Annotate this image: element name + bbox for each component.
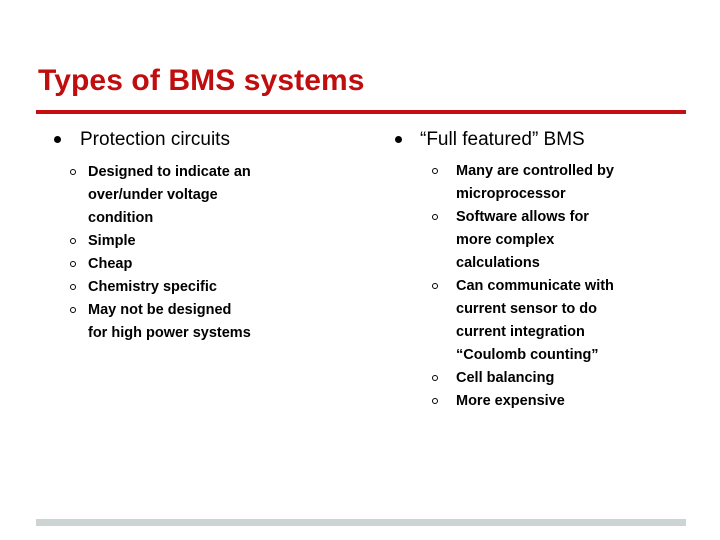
bullet-heading-protection-circuits: Protection circuits xyxy=(46,128,376,152)
list-item: Many are controlled by microprocessor xyxy=(432,160,698,206)
list-item: Chemistry specific xyxy=(70,276,376,299)
hollow-circle-bullet-icon xyxy=(70,261,76,267)
list-item-line: More expensive xyxy=(456,393,565,409)
title-underline-rule xyxy=(36,110,686,114)
bullet-heading-label: Protection circuits xyxy=(80,129,230,150)
filled-disc-bullet-icon xyxy=(395,136,402,143)
list-item: Software allows for more complex calcula… xyxy=(432,206,698,275)
hollow-circle-bullet-icon xyxy=(70,238,76,244)
bullet-heading-full-featured-bms: “Full featured” BMS xyxy=(388,128,698,152)
slide-body: Protection circuits Designed to indicate… xyxy=(0,128,720,458)
list-item-line: “Coulomb counting” xyxy=(456,347,599,363)
bullet-heading-label: “Full featured” BMS xyxy=(420,129,585,150)
list-item-line: Chemistry specific xyxy=(88,279,217,295)
list-item: More expensive xyxy=(432,390,698,413)
slide-canvas: Types of BMS systems Protection circuits… xyxy=(0,0,720,540)
list-item-line: current integration xyxy=(456,324,585,340)
list-item-line: Many are controlled by xyxy=(456,163,614,179)
list-item-line: current sensor to do xyxy=(456,301,597,317)
content-column-right: “Full featured” BMS Many are controlled … xyxy=(388,128,698,413)
filled-disc-bullet-icon xyxy=(54,136,61,143)
list-item-line: Software allows for xyxy=(456,209,589,225)
list-item: Cheap xyxy=(70,253,376,276)
hollow-circle-bullet-icon xyxy=(70,284,76,290)
list-item: May not be designed for high power syste… xyxy=(70,299,376,345)
list-item-line: Designed to indicate an xyxy=(88,164,251,180)
list-item-line: Simple xyxy=(88,233,136,249)
sub-bullet-list-right: Many are controlled by microprocessor So… xyxy=(388,160,698,413)
list-item-line: May not be designed xyxy=(88,302,232,318)
list-item-line: microprocessor xyxy=(456,186,566,202)
list-item-line: condition xyxy=(88,210,154,226)
hollow-circle-bullet-icon xyxy=(70,307,76,313)
sub-bullet-list-left: Designed to indicate an over/under volta… xyxy=(46,161,376,345)
list-item: Can communicate with current sensor to d… xyxy=(432,275,698,367)
list-item-line: Can communicate with xyxy=(456,278,614,294)
list-item-line: over/under voltage xyxy=(88,187,218,203)
hollow-circle-bullet-icon xyxy=(432,283,438,289)
content-column-left: Protection circuits Designed to indicate… xyxy=(46,128,376,345)
hollow-circle-bullet-icon xyxy=(70,169,76,175)
page-title: Types of BMS systems xyxy=(38,64,365,97)
hollow-circle-bullet-icon xyxy=(432,168,438,174)
list-item: Designed to indicate an over/under volta… xyxy=(70,161,376,230)
hollow-circle-bullet-icon xyxy=(432,375,438,381)
list-item-line: more complex xyxy=(456,232,555,248)
list-item-line: calculations xyxy=(456,255,540,271)
list-item: Simple xyxy=(70,230,376,253)
list-item-line: Cheap xyxy=(88,256,133,272)
list-item-line: Cell balancing xyxy=(456,370,555,386)
list-item: Cell balancing xyxy=(432,367,698,390)
list-item-line: for high power systems xyxy=(88,325,251,341)
hollow-circle-bullet-icon xyxy=(432,398,438,404)
footer-divider-bar xyxy=(36,519,686,526)
hollow-circle-bullet-icon xyxy=(432,214,438,220)
